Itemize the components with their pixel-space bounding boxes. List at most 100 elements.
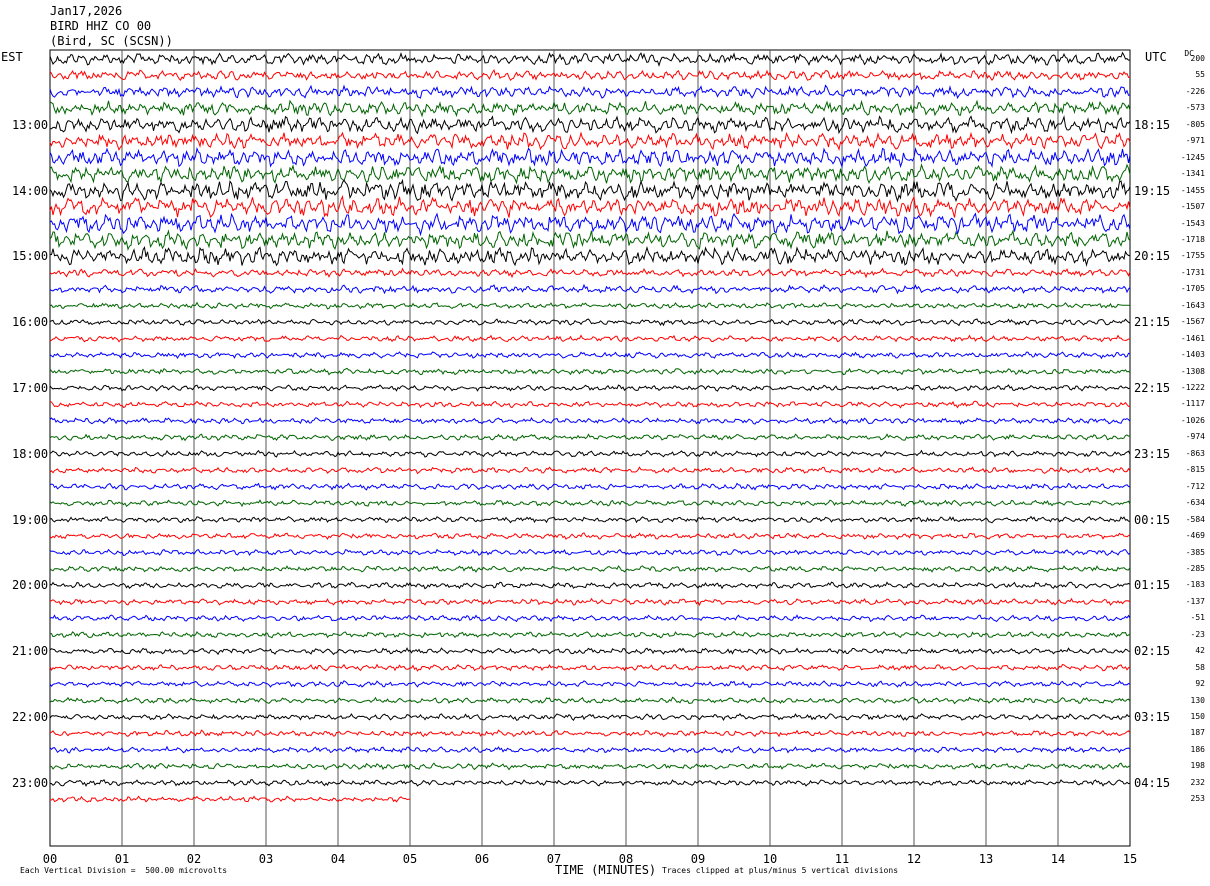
dc-offset-label: -1507: [1180, 202, 1205, 212]
x-tick-label: 02: [186, 852, 202, 866]
dc-offset-label: -805: [1185, 119, 1205, 129]
seismic-trace: [49, 178, 1131, 203]
dc-offset-label: -226: [1185, 86, 1205, 96]
left-hour-label: 19:00: [12, 512, 49, 527]
seismic-trace: [49, 162, 1131, 185]
x-tick-label: 00: [42, 852, 58, 866]
dc-offset-label: -1567: [1180, 317, 1205, 327]
seismic-trace: [49, 729, 1131, 738]
seismic-trace: [49, 597, 1131, 607]
dc-offset-label: -1341: [1180, 169, 1205, 179]
seismogram-plot: [49, 49, 1131, 847]
seismic-trace: [49, 400, 1131, 409]
left-hour-label: 18:00: [12, 446, 49, 461]
seismic-trace: [49, 778, 1131, 787]
dc-offset-label: -285: [1185, 563, 1205, 573]
x-tick-label: 13: [978, 852, 994, 866]
clip-note: Traces clipped at plus/minus 5 vertical …: [662, 866, 899, 875]
seismic-trace: [49, 696, 1131, 705]
dc-offset-label: -634: [1185, 498, 1205, 508]
dc-offset-label: 253: [1190, 794, 1205, 804]
dc-offset-label: 200: [1190, 54, 1205, 63]
dc-offset-label: -385: [1185, 547, 1205, 557]
seismic-trace: [49, 499, 1131, 508]
seismic-trace: [49, 212, 1131, 237]
x-tick-label: 10: [762, 852, 778, 866]
dc-offset-label: 55: [1195, 70, 1205, 80]
dc-offset-label: -1403: [1180, 350, 1205, 360]
x-tick-label: 03: [258, 852, 274, 866]
seismic-trace: [49, 565, 1131, 573]
dc-offset-label: -1308: [1180, 366, 1205, 376]
dc-offset-label: 42: [1195, 646, 1205, 656]
dc-offset-label: 92: [1195, 679, 1205, 689]
seismic-trace: [49, 84, 1131, 100]
dc-offset-label: -1755: [1180, 251, 1205, 261]
dc-offset-label: -863: [1185, 448, 1205, 458]
seismic-trace: [50, 115, 1131, 135]
dc-offset-label: 187: [1190, 728, 1205, 738]
seismic-trace: [49, 146, 1131, 169]
dc-offset-label: 186: [1190, 744, 1205, 754]
seismic-trace: [49, 515, 1131, 524]
left-hour-label: 13:00: [12, 117, 49, 132]
dc-offset-label: -971: [1185, 136, 1205, 146]
dc-offset-label: -51: [1190, 613, 1205, 623]
dc-offset-label: -137: [1185, 596, 1205, 606]
dc-offset-label: -1643: [1180, 300, 1205, 310]
dc-offset-label: -183: [1185, 580, 1205, 590]
dc-offset-label: -1026: [1180, 415, 1205, 425]
x-tick-label: 14: [1050, 852, 1066, 866]
seismic-trace: [49, 745, 1131, 754]
dc-offset-label: -1455: [1180, 185, 1205, 195]
dc-offset-label: -1543: [1180, 218, 1205, 228]
dc-offset-label: -23: [1190, 629, 1205, 639]
seismic-trace: [49, 245, 1131, 267]
x-tick-label: 04: [330, 852, 346, 866]
seismic-trace: [50, 630, 1131, 639]
seismic-trace: [49, 482, 1131, 491]
dc-offset-label: 58: [1195, 662, 1205, 672]
x-tick-label: 01: [114, 852, 130, 866]
left-hour-label: 21:00: [12, 644, 49, 659]
seismic-trace: [49, 614, 1131, 623]
seismic-trace: [49, 712, 1131, 722]
dc-offset-label: -712: [1185, 481, 1205, 491]
seismic-trace: [49, 762, 1131, 771]
left-hour-label: 14:00: [12, 183, 49, 198]
x-tick-label: 09: [690, 852, 706, 866]
seismic-trace: [49, 680, 1131, 688]
left-hour-label: 22:00: [12, 710, 49, 724]
dc-offset-label: -1461: [1180, 333, 1205, 343]
seismic-trace: [49, 466, 1131, 475]
left-hour-label: 17:00: [12, 381, 49, 395]
x-tick-label: 06: [474, 852, 490, 866]
seismic-trace: [49, 195, 1131, 218]
seismic-trace: [49, 581, 1131, 590]
seismic-trace: [49, 367, 1131, 376]
x-tick-label: 15: [1122, 852, 1138, 866]
dc-offset-label: 150: [1190, 712, 1205, 721]
seismic-trace: [49, 229, 1131, 251]
left-hour-label: 16:00: [12, 315, 49, 330]
dc-offset-label: -1705: [1180, 284, 1205, 294]
dc-offset-label: -1245: [1180, 152, 1205, 162]
x-axis-title: TIME (MINUTES): [555, 863, 657, 877]
x-tick-label: 11: [834, 852, 850, 866]
seismic-trace: [49, 433, 1131, 442]
dc-offset-label: 232: [1190, 777, 1205, 787]
dc-offset-label: -1718: [1180, 234, 1205, 244]
left-hour-label: 23:00: [12, 775, 49, 790]
dc-offset-label: -573: [1185, 103, 1205, 113]
seismic-trace: [49, 99, 1131, 118]
x-tick-label: 05: [402, 852, 418, 866]
seismic-trace: [49, 795, 410, 803]
seismic-trace: [49, 51, 1130, 68]
dc-offset-label: -1731: [1180, 267, 1205, 277]
left-hour-label: 20:00: [12, 578, 49, 593]
dc-offset-label: -1117: [1180, 399, 1205, 409]
dc-offset-label: -974: [1185, 432, 1205, 442]
scale-note: Each Vertical Division = 500.00 microvol…: [20, 866, 228, 875]
seismic-trace: [49, 267, 1131, 279]
dc-offset-label: 130: [1190, 695, 1205, 705]
